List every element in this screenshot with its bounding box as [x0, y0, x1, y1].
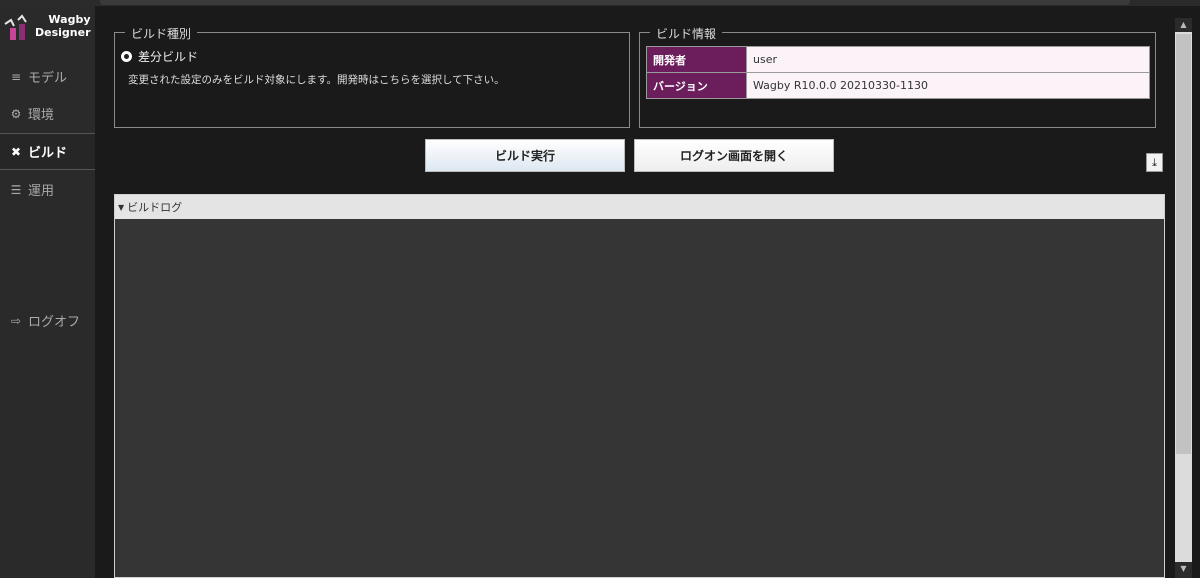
developer-value: user [746, 46, 1150, 73]
logo-text: Wagby Designer [35, 13, 91, 39]
build-info-fieldset: ビルド情報 開発者 user バージョン Wagby R10.0.0 20210… [639, 25, 1156, 128]
table-row: バージョン Wagby R10.0.0 20210330-1130 [646, 72, 1150, 99]
build-info-legend: ビルド情報 [650, 25, 723, 42]
caret-down-icon: ▼ [118, 202, 125, 212]
sidebar-item-label: 運用 [28, 184, 55, 199]
sidebar-item-operation[interactable]: ☰ 運用 [0, 171, 95, 208]
sidebar-item-label: モデル [28, 71, 68, 86]
build-type-legend: ビルド種別 [125, 25, 198, 42]
sidebar: Wagby Designer ≡ モデル ⚙ 環境 ✖ ビルド ☰ 運用 ⇨ ロ… [0, 6, 95, 578]
sidebar-item-label: ビルド [28, 146, 68, 161]
address-bar [100, 0, 1130, 5]
logo-line-1: Wagby [48, 13, 91, 26]
scroll-up-icon[interactable]: ▲ [1175, 18, 1192, 32]
wrench-screwdriver-icon: ✖ [10, 144, 22, 159]
database-icon: ≡ [10, 69, 22, 84]
version-key: バージョン [646, 72, 747, 99]
build-log-header[interactable]: ▼ ビルドログ [115, 195, 1164, 219]
build-log-panel: ▼ ビルドログ [114, 194, 1165, 578]
table-row: 開発者 user [646, 46, 1150, 73]
developer-key: 開発者 [646, 46, 747, 73]
gears-icon: ⚙ [10, 106, 22, 121]
download-icon[interactable]: ⤓ [1146, 153, 1163, 172]
sidebar-item-label: 環境 [28, 108, 55, 123]
build-type-fieldset: ビルド種別 差分ビルド 変更された設定のみをビルド対象にします。開発時はこちらを… [114, 25, 630, 128]
sign-out-icon: ⇨ [10, 313, 22, 328]
app-logo[interactable]: Wagby Designer [4, 10, 92, 50]
build-log-body[interactable] [116, 219, 1163, 577]
sidebar-item-build[interactable]: ✖ ビルド [0, 133, 95, 170]
build-log-title: ビルドログ [127, 201, 183, 214]
open-logon-button[interactable]: ログオン画面を開く [634, 139, 834, 172]
radio-selected-icon [121, 51, 132, 62]
scroll-down-icon[interactable]: ▼ [1175, 562, 1192, 576]
diff-build-radio[interactable]: 差分ビルド [121, 48, 198, 65]
main-content: ビルド種別 差分ビルド 変更された設定のみをビルド対象にします。開発時はこちらを… [95, 6, 1175, 578]
version-value: Wagby R10.0.0 20210330-1130 [746, 72, 1150, 99]
wagby-logo-icon [4, 14, 27, 40]
sidebar-item-environment[interactable]: ⚙ 環境 [0, 95, 95, 132]
sidebar-item-label: ログオフ [28, 315, 81, 330]
scroll-thumb[interactable] [1176, 34, 1191, 454]
build-run-button[interactable]: ビルド実行 [425, 139, 625, 172]
build-info-table: 開発者 user バージョン Wagby R10.0.0 20210330-11… [646, 46, 1150, 99]
sidebar-item-model[interactable]: ≡ モデル [0, 58, 95, 95]
build-type-description: 変更された設定のみをビルド対象にします。開発時はこちらを選択して下さい。 [128, 74, 505, 86]
diff-build-label: 差分ビルド [138, 50, 199, 64]
sidebar-item-logoff[interactable]: ⇨ ログオフ [0, 302, 95, 339]
logo-line-2: Designer [35, 26, 91, 39]
server-icon: ☰ [10, 182, 22, 197]
